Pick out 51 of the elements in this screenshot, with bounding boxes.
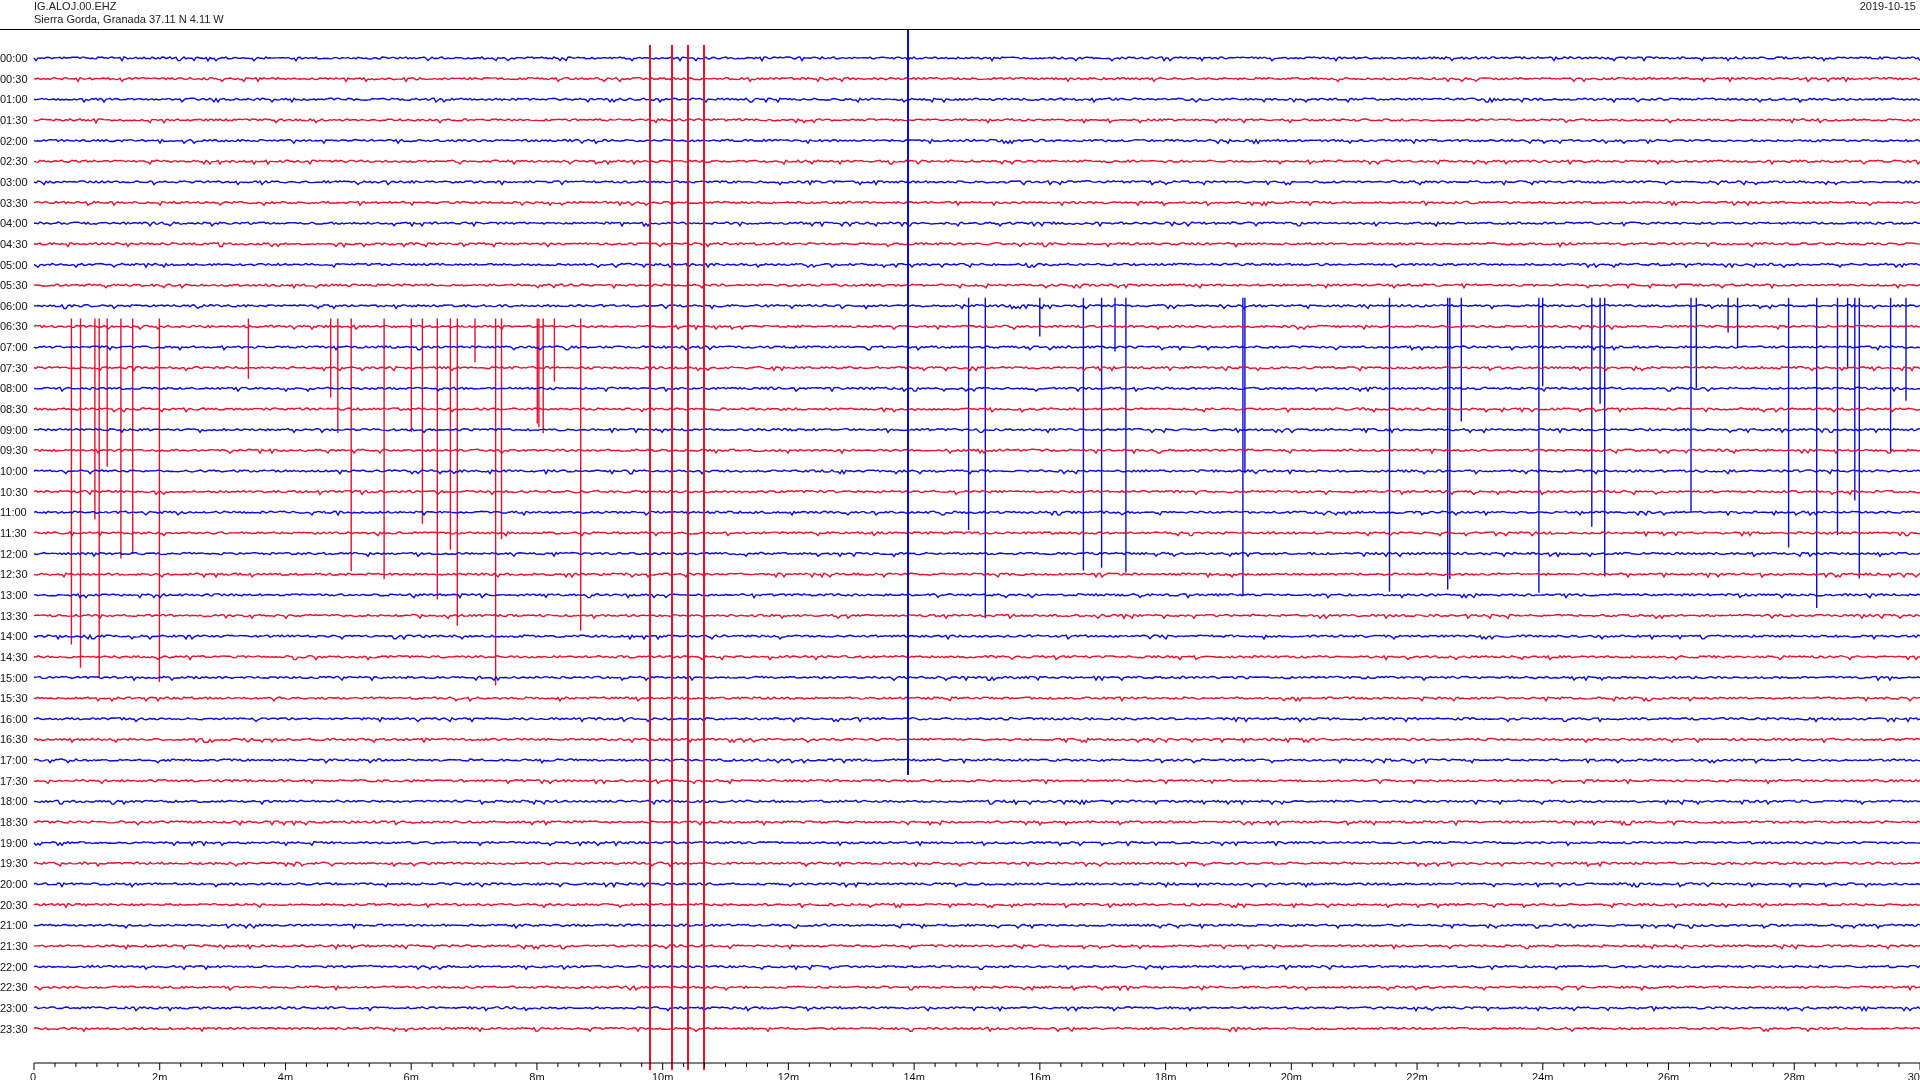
- station-location: Sierra Gorda, Granada 37.11 N 4.11 W: [34, 13, 224, 26]
- time-label: 08:00: [0, 382, 28, 395]
- time-label: 09:00: [0, 423, 28, 436]
- time-label: 07:30: [0, 361, 28, 374]
- time-label: 12:30: [0, 568, 28, 581]
- time-label: 16:00: [0, 712, 28, 725]
- date-label: 2019-10-15: [1859, 0, 1916, 14]
- time-label: 13:30: [0, 609, 28, 622]
- time-label: 06:30: [0, 320, 28, 333]
- time-label: 20:30: [0, 898, 28, 911]
- time-label: 01:30: [0, 113, 28, 126]
- time-label: 05:00: [0, 258, 28, 271]
- time-label: 18:00: [0, 795, 28, 808]
- time-label: 04:00: [0, 217, 28, 230]
- time-label: 16:30: [0, 733, 28, 746]
- time-label: 01:00: [0, 93, 28, 106]
- time-label: 00:30: [0, 72, 28, 85]
- time-label: 17:30: [0, 774, 28, 787]
- time-label: 23:00: [0, 1001, 28, 1014]
- time-label: 14:30: [0, 650, 28, 663]
- time-label: 03:30: [0, 196, 28, 209]
- time-label: 21:30: [0, 939, 28, 952]
- time-label: 19:00: [0, 836, 28, 849]
- time-label: 15:00: [0, 671, 28, 684]
- time-label: 17:00: [0, 754, 28, 767]
- time-label: 00:00: [0, 52, 28, 64]
- station-code: IG.ALOJ.00.EHZ: [34, 0, 118, 13]
- time-label: 07:00: [0, 341, 28, 354]
- time-label: 18:30: [0, 816, 28, 829]
- time-label: 12:00: [0, 547, 28, 560]
- time-label: 22:30: [0, 981, 28, 994]
- time-label: 23:30: [0, 1022, 28, 1035]
- time-label: 08:30: [0, 403, 28, 416]
- time-label: 11:00: [0, 506, 27, 519]
- time-label: 03:00: [0, 175, 28, 188]
- time-label: 02:30: [0, 155, 28, 168]
- time-label: 14:00: [0, 630, 28, 643]
- time-label: 19:30: [0, 857, 28, 870]
- time-label: 22:00: [0, 960, 28, 973]
- time-label: 05:30: [0, 279, 28, 292]
- time-label: 15:30: [0, 692, 28, 705]
- time-label: 10:30: [0, 485, 28, 498]
- time-label: 06:00: [0, 299, 28, 312]
- time-label: 20:00: [0, 878, 28, 890]
- time-label: 02:00: [0, 134, 28, 147]
- time-label: 13:00: [0, 588, 28, 601]
- time-label: 10:00: [0, 465, 28, 477]
- time-label: 11:30: [0, 526, 27, 539]
- time-label: 09:30: [0, 444, 28, 457]
- time-label: 04:30: [0, 237, 28, 250]
- time-label: 21:00: [0, 919, 28, 932]
